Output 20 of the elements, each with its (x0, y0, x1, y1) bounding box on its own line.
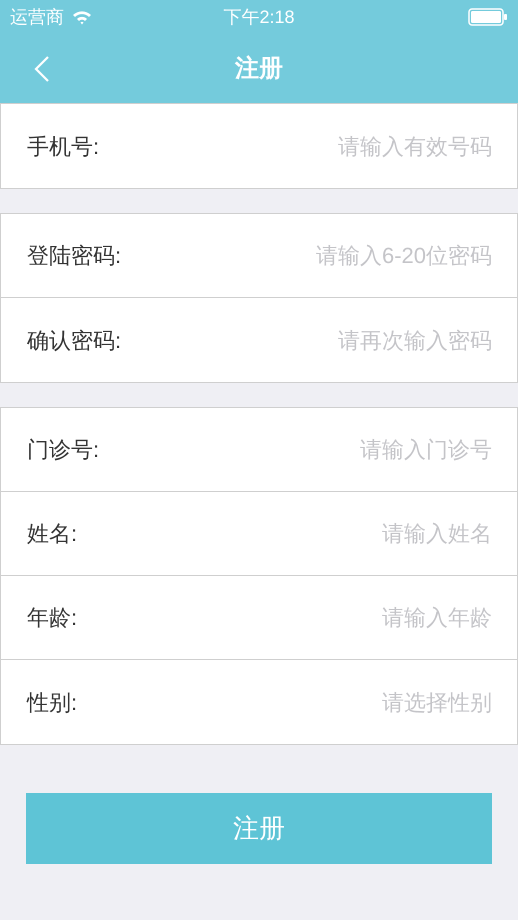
input-field[interactable]: 请选择性别 (87, 686, 492, 718)
battery-icon (468, 8, 508, 26)
wifi-icon (72, 10, 92, 24)
back-chevron-icon (34, 54, 50, 82)
input-field[interactable]: 请输入年龄 (87, 601, 492, 634)
input-field[interactable]: 请输入门诊号 (109, 433, 492, 466)
input-field[interactable]: 请输入有效号码 (109, 130, 492, 162)
field-label: 性别: (27, 688, 78, 716)
field-label: 姓名: (27, 520, 78, 548)
page-title: 注册 (235, 54, 283, 84)
field-label: 门诊号: (27, 436, 100, 464)
input-field[interactable]: 请输入姓名 (87, 517, 492, 550)
field-label: 确认密码: (27, 326, 122, 354)
input-field[interactable]: 请再次输入密码 (131, 324, 492, 356)
carrier-name: 运营商 (10, 6, 64, 28)
field-label: 手机号: (27, 132, 100, 160)
field-label: 年龄: (27, 604, 78, 632)
status-time: 下午2:18 (223, 6, 295, 28)
field-label: 登陆密码: (27, 242, 122, 270)
input-field[interactable]: 请输入6-20位密码 (131, 239, 492, 272)
